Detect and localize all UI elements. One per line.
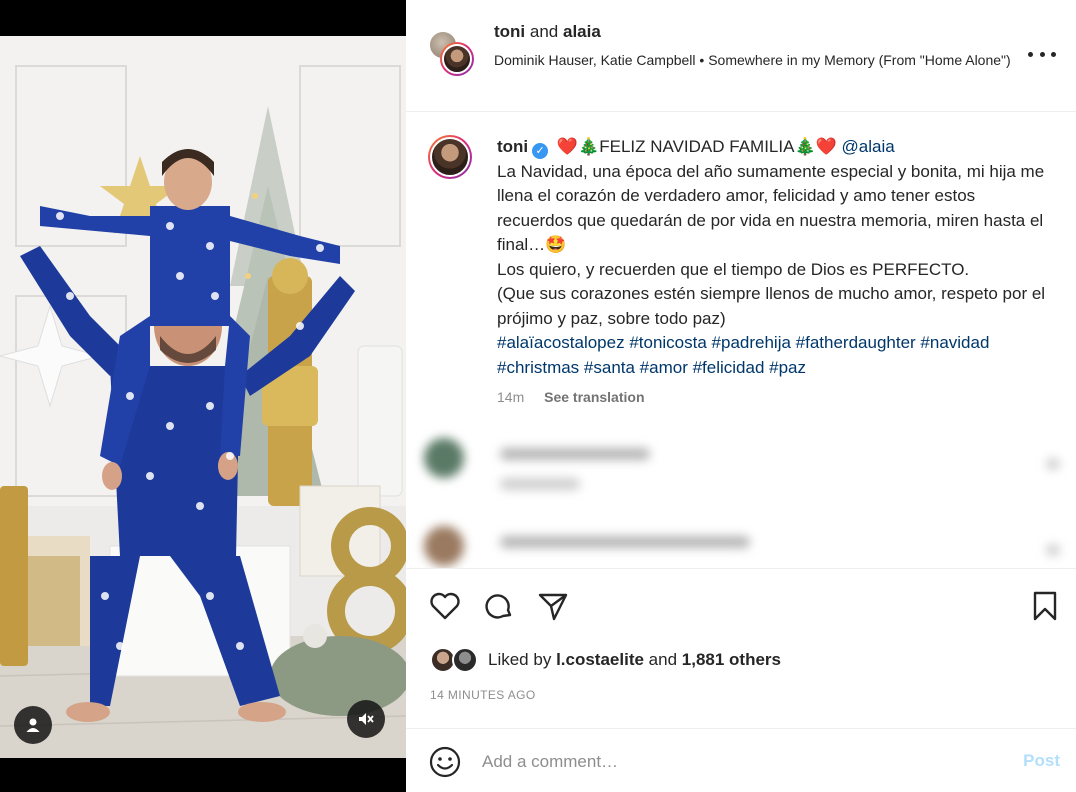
speaker-muted-icon (359, 713, 374, 725)
author-link-toni[interactable]: toni (494, 22, 525, 41)
more-options-button[interactable] (1028, 42, 1056, 66)
more-horizontal-icon (1028, 51, 1033, 57)
mention-link[interactable]: @alaia (842, 137, 895, 156)
user-tag-icon (26, 718, 40, 732)
comments-list[interactable] (406, 420, 1076, 568)
caption-username[interactable]: toni (497, 137, 528, 156)
heart-icon[interactable] (428, 589, 462, 623)
avatar (452, 647, 478, 673)
see-translation-button[interactable]: See translation (544, 389, 644, 405)
likes-others-link[interactable]: 1,881 others (682, 650, 781, 669)
post-timestamp[interactable]: 14 MINUTES AGO (430, 688, 536, 702)
likes-summary: Liked by l.costaelite and 1,881 others (430, 645, 781, 675)
post-authors: toni and alaia (494, 22, 601, 42)
post-actions: Liked by l.costaelite and 1,881 others 1… (406, 568, 1076, 728)
caption-time[interactable]: 14m (497, 389, 524, 405)
smiley-icon[interactable] (428, 745, 462, 779)
authors-joiner: and (529, 22, 559, 41)
caption-paragraph-1: La Navidad, una época del año sumamente … (497, 161, 1045, 255)
user-tag-button[interactable] (14, 706, 52, 744)
post-header: toni and alaia Dominik Hauser, Katie Cam… (406, 0, 1076, 112)
caption-paragraph-2: Los quiero, y recuerden que el tiempo de… (497, 259, 970, 279)
liker-avatars[interactable] (430, 647, 482, 673)
comment-item[interactable] (424, 526, 1064, 568)
comment-item[interactable] (424, 438, 1064, 498)
caption-text: toni ✓ ❤️🎄FELIZ NAVIDAD FAMILIA🎄❤️ @alaia… (497, 135, 1047, 380)
liker-username-link[interactable]: l.costaelite (556, 650, 644, 669)
audio-attribution-link[interactable]: Dominik Hauser, Katie Campbell • Somewhe… (494, 50, 1014, 71)
caption-meta: 14m See translation (497, 389, 645, 405)
post-details-pane: toni and alaia Dominik Hauser, Katie Cam… (406, 0, 1076, 792)
author-link-alaia[interactable]: alaia (563, 22, 601, 41)
caption-avatar[interactable] (428, 135, 472, 179)
caption-paragraph-3: (Que sus corazones estén siempre llenos … (497, 284, 1046, 328)
mute-toggle-button[interactable] (347, 700, 385, 738)
collab-avatars[interactable] (428, 30, 474, 76)
comment-bubble-icon[interactable] (482, 589, 516, 623)
likes-and: and (648, 650, 678, 669)
post-caption: toni ✓ ❤️🎄FELIZ NAVIDAD FAMILIA🎄❤️ @alaia… (406, 113, 1076, 418)
caption-headline: ❤️🎄FELIZ NAVIDAD FAMILIA🎄❤️ (556, 137, 837, 156)
avatar-toni[interactable] (440, 42, 474, 76)
caption-hashtags[interactable]: #alaïacostalopez #tonicosta #padrehija #… (497, 333, 989, 377)
likes-text: Liked by l.costaelite and 1,881 others (488, 650, 781, 670)
verified-badge-icon: ✓ (532, 143, 549, 159)
paper-plane-icon[interactable] (536, 589, 570, 623)
bookmark-icon[interactable] (1028, 589, 1062, 623)
likes-prefix: Liked by (488, 650, 552, 669)
add-comment-section: Post (406, 728, 1076, 792)
post-photo[interactable] (0, 36, 406, 758)
post-comment-button[interactable]: Post (1023, 751, 1060, 771)
comment-input[interactable] (482, 749, 1002, 775)
post-media[interactable] (0, 0, 406, 792)
